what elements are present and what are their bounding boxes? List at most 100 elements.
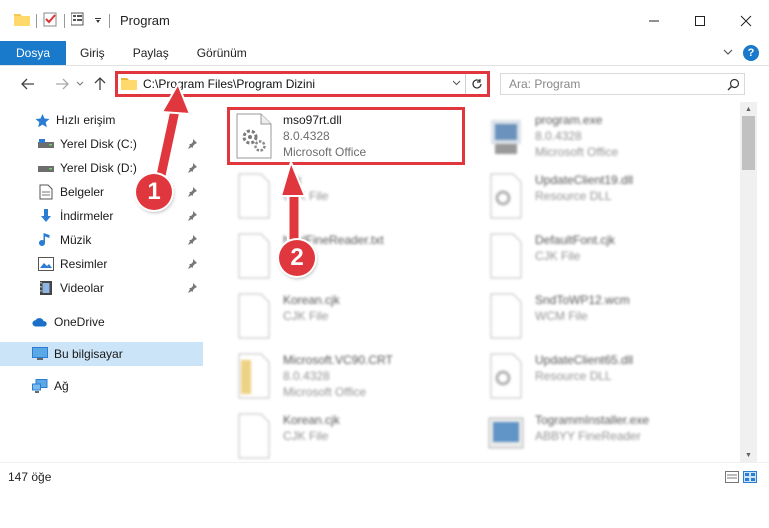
qat-dropdown-icon[interactable] — [93, 14, 103, 28]
file-version: 8.0.4328 — [535, 129, 582, 143]
sidebar-item-pictures[interactable]: Resimler — [0, 252, 203, 276]
file-item[interactable]: UpdateClient19.dll Resource DLL — [481, 168, 721, 224]
up-button[interactable] — [88, 72, 112, 96]
file-name: Microsoft.VC90.CRT — [283, 353, 393, 367]
maximize-icon — [695, 15, 705, 26]
file-item[interactable]: DefaultFont.cjk CJK File — [481, 228, 721, 284]
videos-icon — [38, 280, 54, 296]
pin-icon[interactable] — [187, 186, 197, 200]
tab-giris[interactable]: Giriş — [66, 41, 119, 65]
file-icon — [233, 292, 275, 340]
refresh-icon — [471, 79, 482, 89]
window-controls — [631, 0, 769, 41]
file-list: mso97rt.dll 8.0.4328 Microsoft Office pr… — [205, 102, 740, 462]
sidebar-item-onedrive[interactable]: OneDrive — [0, 310, 203, 334]
file-item[interactable]: htmlFineReader.txt — [229, 228, 469, 284]
file-item[interactable]: UpdateClient65.dll Resource DLL — [481, 348, 721, 404]
forward-button[interactable] — [50, 72, 74, 96]
search-input[interactable]: Ara: Program — [509, 77, 722, 91]
sidebar-item-this-pc[interactable]: Bu bilgisayar — [0, 342, 203, 366]
back-arrow-icon — [21, 78, 34, 90]
file-type: CJK File — [535, 249, 581, 263]
sidebar-item-quick-access[interactable]: Hızlı erişim — [0, 108, 203, 132]
file-item[interactable]: SndToWP12.wcm WCM File — [481, 288, 721, 344]
exe-icon — [485, 112, 527, 160]
sidebar-item-documents[interactable]: Belgeler — [0, 180, 203, 204]
file-item[interactable]: Korean.cjk CJK File — [229, 408, 469, 464]
maximize-button[interactable] — [677, 0, 723, 41]
sidebar-item-local-disk-d[interactable]: Yerel Disk (D:) — [0, 156, 203, 180]
dll-gear-icon — [485, 172, 527, 220]
tiles-view-icon[interactable] — [743, 471, 757, 486]
up-arrow-icon — [94, 77, 106, 90]
documents-icon — [38, 184, 54, 200]
sidebar-item-label: Belgeler — [60, 185, 105, 199]
tab-gorunum[interactable]: Görünüm — [183, 41, 261, 65]
recent-locations-button[interactable] — [74, 72, 86, 96]
view-options-icon[interactable] — [70, 12, 87, 29]
search-icon[interactable] — [722, 78, 744, 91]
navigation-pane: Hızlı erişim Yerel Disk (C:) Yerel Disk … — [0, 102, 205, 462]
installer-icon — [485, 412, 527, 460]
pin-icon[interactable] — [187, 282, 197, 296]
address-path[interactable]: C:\Program Files\Program Dizini — [143, 77, 447, 91]
scrollbar-thumb[interactable] — [742, 116, 755, 170]
item-count: 147 öğe — [8, 469, 52, 484]
sidebar-item-label: Yerel Disk (C:) — [60, 137, 137, 151]
file-item[interactable]: Microsoft.VC90.CRT 8.0.4328 Microsoft Of… — [229, 348, 469, 404]
sidebar-item-label: Resimler — [60, 257, 108, 271]
dll-gear-icon — [485, 352, 527, 400]
close-icon — [740, 15, 752, 26]
tab-paylas[interactable]: Paylaş — [119, 41, 183, 65]
file-item[interactable]: ...jk CJK File — [229, 168, 469, 224]
sidebar-item-local-disk-c[interactable]: Yerel Disk (C:) — [0, 132, 203, 156]
file-item[interactable]: Korean.cjk CJK File — [229, 288, 469, 344]
computer-icon — [32, 346, 48, 362]
file-name: DefaultFont.cjk — [535, 233, 616, 247]
file-version: 8.0.4328 — [283, 369, 330, 383]
status-bar: 147 öğe — [0, 462, 769, 490]
expand-ribbon-icon[interactable] — [723, 46, 733, 60]
pin-icon[interactable] — [187, 234, 197, 248]
pin-icon[interactable] — [187, 258, 197, 272]
quick-access-toolbar — [0, 0, 110, 41]
toolbar-separator — [36, 13, 37, 28]
refresh-button[interactable] — [465, 74, 487, 94]
minimize-button[interactable] — [631, 0, 677, 41]
pin-icon[interactable] — [187, 162, 197, 176]
scroll-down-icon[interactable]: ▼ — [740, 448, 757, 462]
pin-icon[interactable] — [187, 138, 197, 152]
file-name: UpdateClient65.dll — [535, 353, 634, 367]
drive-icon — [38, 136, 54, 152]
close-button[interactable] — [723, 0, 769, 41]
address-dropdown-icon[interactable] — [447, 78, 465, 90]
folder-icon — [14, 12, 30, 29]
chevron-down-icon — [76, 81, 84, 86]
vertical-scrollbar[interactable]: ▲ ▼ — [740, 102, 757, 462]
navigation-bar: C:\Program Files\Program Dizini Ara: Pro… — [0, 66, 769, 102]
music-icon — [38, 232, 54, 248]
help-icon[interactable]: ? — [743, 45, 759, 61]
tab-dosya[interactable]: Dosya — [0, 41, 67, 65]
window-title: Program — [120, 13, 170, 28]
sidebar-item-music[interactable]: Müzik — [0, 228, 203, 252]
file-name: Korean.cjk — [283, 293, 340, 307]
file-item[interactable]: TogrammInstaller.exe ABBYY FineReader — [481, 408, 721, 464]
file-company: Microsoft Office — [535, 145, 619, 159]
sidebar-item-downloads[interactable]: İndirmeler — [0, 204, 203, 228]
onedrive-icon — [32, 314, 48, 330]
sidebar-item-label: İndirmeler — [60, 209, 114, 223]
properties-check-icon[interactable] — [43, 12, 58, 30]
sidebar-item-videos[interactable]: Videolar — [0, 276, 203, 300]
search-box[interactable]: Ara: Program — [500, 73, 745, 95]
sidebar-item-network[interactable]: Ağ — [0, 374, 203, 398]
minimize-icon — [649, 20, 659, 21]
step-badge-2: 2 — [279, 240, 315, 276]
details-view-icon[interactable] — [725, 471, 739, 486]
pin-icon[interactable] — [187, 210, 197, 224]
scroll-up-icon[interactable]: ▲ — [740, 102, 757, 116]
drive-icon — [38, 160, 54, 176]
address-bar[interactable]: C:\Program Files\Program Dizini — [115, 71, 490, 97]
back-button[interactable] — [16, 72, 40, 96]
file-item[interactable]: program.exe 8.0.4328 Microsoft Office — [481, 108, 721, 164]
